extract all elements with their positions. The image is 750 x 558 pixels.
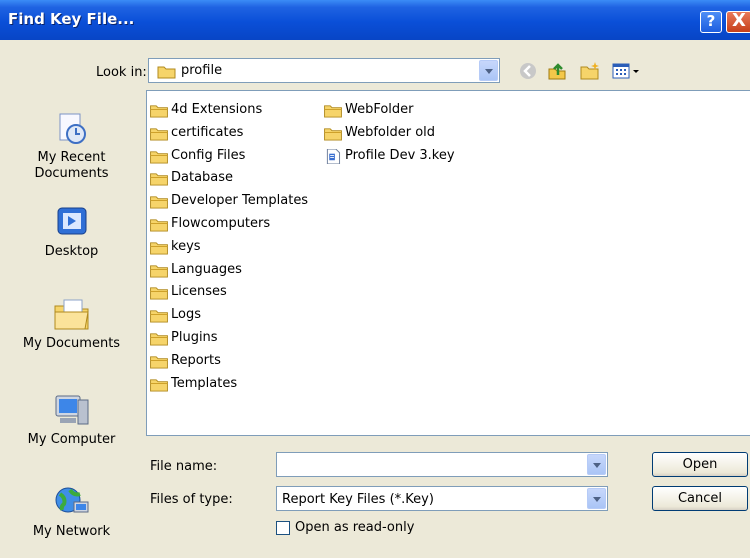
- dialog-title: Find Key File...: [8, 10, 135, 28]
- folder-name: Webfolder old: [345, 124, 436, 140]
- read-only-label: Open as read-only: [295, 520, 415, 535]
- file-type-value: Report Key Files (*.Key): [282, 492, 434, 507]
- chevron-down-icon[interactable]: [479, 60, 498, 81]
- place-my-documents[interactable]: My Documents: [0, 294, 143, 352]
- find-key-file-dialog: Find Key File... ? X Look in: profile My…: [0, 0, 750, 558]
- folder-icon: [150, 356, 168, 369]
- folder-name: keys: [171, 238, 201, 254]
- file-type-label: Files of type:: [150, 492, 233, 507]
- chevron-down-icon[interactable]: [587, 454, 606, 475]
- place-my-network[interactable]: My Network: [0, 482, 143, 540]
- folder-icon: [150, 150, 168, 164]
- folder-icon: [150, 105, 168, 118]
- folder-icon: [150, 310, 168, 323]
- place-label: Desktop: [44, 244, 99, 259]
- file-name-label: File name:: [150, 459, 218, 474]
- folder-name: certificates: [171, 124, 244, 140]
- folder-icon: [150, 173, 168, 186]
- new-folder-icon[interactable]: [580, 61, 600, 81]
- title-bar: Find Key File... ? X: [0, 0, 750, 40]
- look-in-value: profile: [181, 63, 223, 78]
- back-icon[interactable]: [518, 61, 538, 81]
- folder-icon: [150, 333, 168, 346]
- my-network-icon: [55, 487, 88, 513]
- folder-name: WebFolder: [345, 102, 414, 117]
- place-my-computer[interactable]: My Computer: [0, 390, 143, 448]
- file-name-combobox[interactable]: [276, 452, 608, 477]
- folder-name: Database: [171, 170, 234, 186]
- cancel-button[interactable]: Cancel: [652, 486, 748, 511]
- folder-icon: [157, 66, 176, 79]
- folder-name: Developer Templates: [171, 193, 309, 209]
- place-desktop[interactable]: Desktop: [0, 202, 143, 260]
- place-label: My Documents: [22, 336, 121, 351]
- folder-icon: [150, 242, 168, 255]
- places-bar: My Recent Documents Desktop My Documents…: [0, 88, 143, 558]
- views-menu-icon[interactable]: [612, 61, 642, 81]
- file-name: Profile Dev 3.key: [345, 148, 455, 163]
- folder-icon: [150, 128, 168, 141]
- read-only-checkbox[interactable]: [276, 521, 290, 535]
- file-list[interactable]: 4d Extensions certificates Config Files Dat…: [146, 90, 750, 436]
- desktop-icon: [57, 207, 86, 235]
- my-documents-icon: [54, 299, 89, 330]
- folder-icon: [150, 287, 168, 300]
- look-in-combobox[interactable]: profile: [148, 58, 500, 83]
- look-in-label: Look in:: [96, 65, 147, 80]
- my-computer-icon: [55, 395, 88, 425]
- folder-icon: [150, 378, 168, 392]
- folder-name: Flowcomputers: [171, 216, 271, 231]
- folder-name: Languages: [171, 261, 242, 277]
- folder-name: Templates: [171, 375, 238, 391]
- folder-icon: [150, 219, 168, 232]
- folder-icon: [150, 264, 168, 278]
- close-button[interactable]: X: [726, 11, 750, 33]
- folder-name: Reports: [171, 352, 221, 368]
- folder-icon: [324, 105, 342, 118]
- help-button[interactable]: ?: [700, 11, 722, 33]
- folder-icon: [324, 128, 342, 141]
- folder-name: Logs: [171, 307, 201, 323]
- place-label: My Recent Documents: [34, 150, 109, 181]
- place-my-recent-documents[interactable]: My Recent Documents: [0, 108, 143, 182]
- file-type-select[interactable]: Report Key Files (*.Key): [276, 486, 608, 511]
- place-label: My Computer: [27, 432, 116, 447]
- up-one-level-icon[interactable]: [547, 61, 567, 81]
- folder-name: Licenses: [171, 284, 227, 300]
- folder-name: 4d Extensions: [171, 102, 263, 117]
- folder-name: Config Files: [171, 147, 246, 163]
- folder-icon: [150, 196, 168, 209]
- place-label: My Network: [32, 524, 111, 539]
- folder-name: Plugins: [171, 330, 218, 345]
- open-button[interactable]: Open: [652, 452, 748, 477]
- key-file-icon: [326, 149, 341, 164]
- recent-documents-icon: [59, 113, 86, 144]
- chevron-down-icon[interactable]: [587, 488, 606, 509]
